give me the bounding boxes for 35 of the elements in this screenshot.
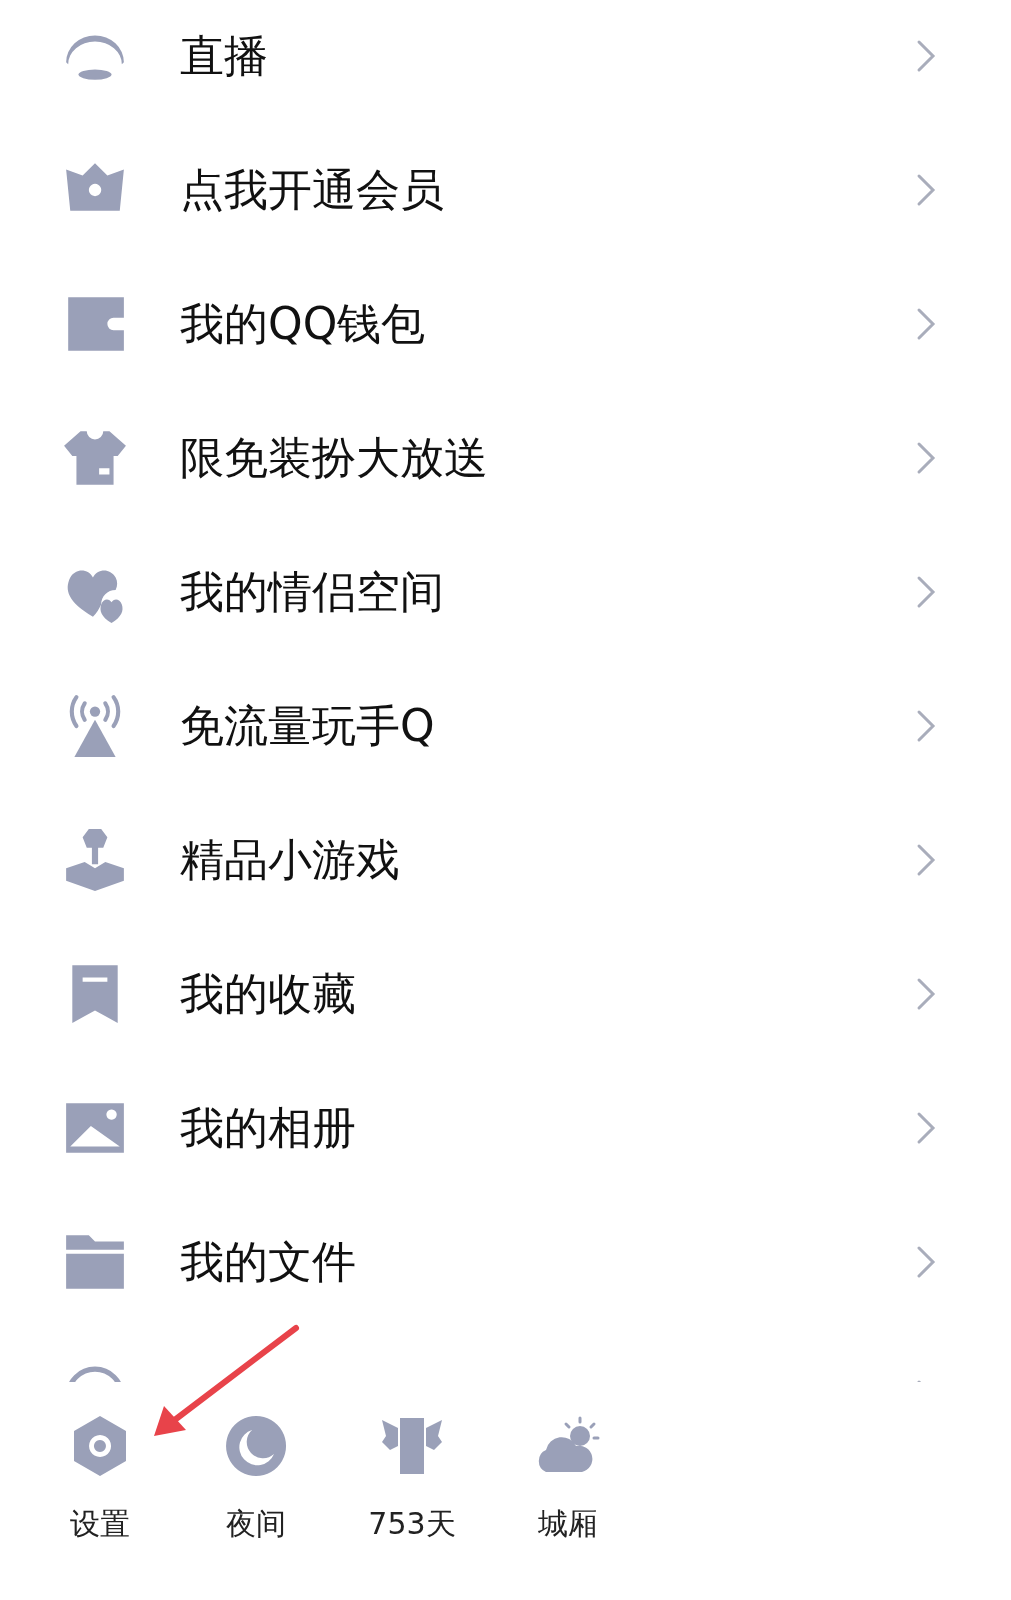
toolbar-item[interactable]: 设置 [45, 1382, 155, 1589]
menu-label: 我的相册 [180, 1100, 357, 1155]
menu-item[interactable]: 我的情侣空间 [0, 525, 1011, 659]
menu-label: 我的QQ钱包 [180, 296, 427, 351]
menu-label: 我的收藏 [180, 966, 357, 1021]
menu-item[interactable]: 免流量玩手Q [0, 659, 1011, 793]
menu-label: 我的情侣空间 [180, 564, 445, 619]
menu-item[interactable]: 点我开通会员 [0, 123, 1011, 257]
menu-label: 限免装扮大放送 [180, 430, 489, 485]
menu-label: 免流量玩手Q [180, 698, 436, 753]
chevron-icon [916, 575, 936, 609]
chevron-icon [916, 1111, 936, 1145]
menu-label: 精品小游戏 [180, 832, 401, 887]
chevron-icon [916, 977, 936, 1011]
toolbar-item[interactable]: 夜间 [201, 1382, 311, 1589]
menu-item[interactable]: 我的相册 [0, 1061, 1011, 1195]
chevron-icon [916, 709, 936, 743]
chevron-icon [916, 1245, 936, 1279]
menu-label: 点我开通会员 [180, 162, 445, 217]
menu-label: 我的文件 [180, 1234, 357, 1289]
menu-item[interactable]: 直播 [0, 0, 1011, 123]
menu-item[interactable]: 我的收藏 [0, 927, 1011, 1061]
chevron-icon [916, 441, 936, 475]
chevron-icon [916, 39, 936, 73]
chevron-icon [916, 307, 936, 341]
menu-item[interactable]: 我的QQ钱包 [0, 257, 1011, 391]
menu-label: 直播 [180, 28, 269, 83]
toolbar-item[interactable]: 753天 [357, 1382, 467, 1589]
toolbar-item[interactable]: 城厢 [513, 1382, 623, 1589]
chevron-icon [916, 843, 936, 877]
menu-item[interactable]: 精品小游戏 [0, 793, 1011, 927]
menu-item[interactable]: 我的文件 [0, 1195, 1011, 1329]
chevron-icon [916, 173, 936, 207]
moon-icon [224, 1414, 288, 1478]
menu-item[interactable]: 限免装扮大放送 [0, 391, 1011, 525]
